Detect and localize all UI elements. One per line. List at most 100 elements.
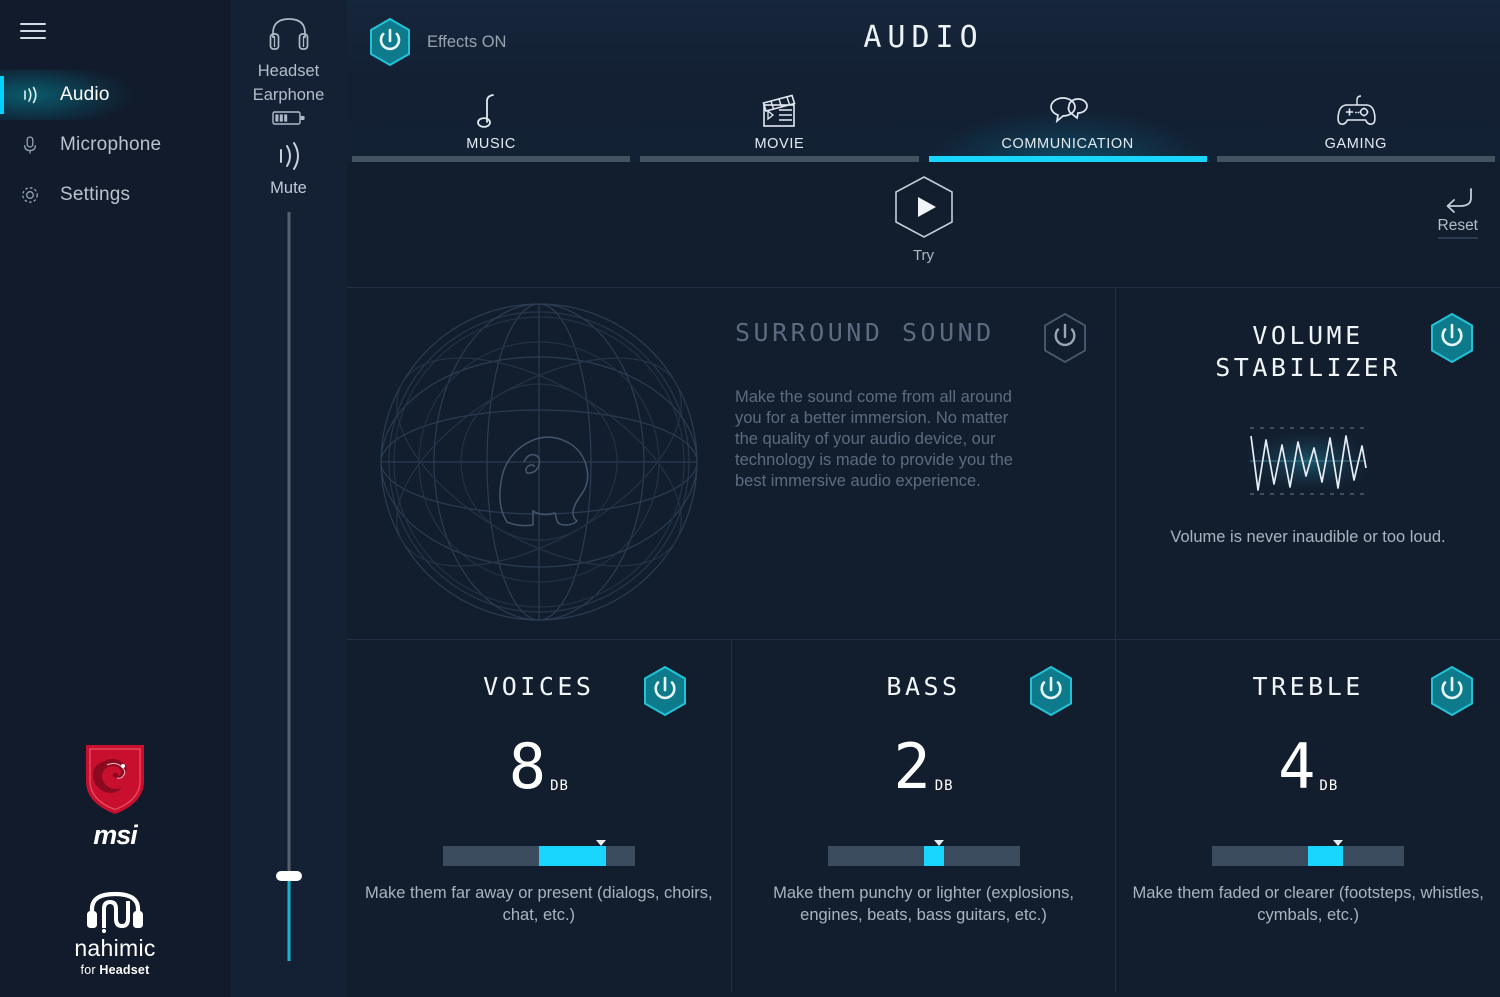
voices-slider[interactable] (442, 840, 635, 866)
speech-bubbles-icon (1046, 90, 1090, 130)
effects-grid-top: SURROUND SOUND Make the sound come from … (347, 288, 1500, 640)
device-name-line1: Headset (257, 62, 320, 80)
sidebar-item-label: Microphone (60, 134, 162, 155)
band-number: 4 (1278, 730, 1317, 803)
device-name-line2: Earphone (252, 86, 325, 104)
top-bar: Effects ON AUDIO (347, 0, 1500, 78)
slider-fill (923, 846, 944, 866)
volume-slider-fill (287, 878, 290, 961)
band-description: Make them faded or clearer (footsteps, w… (1132, 884, 1484, 924)
headset-icon (269, 18, 308, 50)
sidebar-logos: msi nahimic for Headset (0, 741, 230, 977)
slider-marker[interactable] (1333, 840, 1344, 846)
band-value: 2 DB (732, 730, 1116, 803)
undo-arrow-icon (1446, 188, 1472, 213)
battery-icon (230, 109, 347, 127)
sidebar-item-settings[interactable]: Settings (0, 170, 230, 220)
nahimic-logo: nahimic for Headset (0, 887, 230, 977)
band-unit: DB (550, 778, 569, 794)
tab-label: MOVIE (754, 136, 805, 152)
slider-fill (538, 846, 606, 866)
voices-power-toggle[interactable] (641, 665, 689, 722)
band-value: 8 DB (347, 730, 731, 803)
reset-button[interactable]: Reset (1437, 186, 1478, 239)
audio-waves-icon (18, 82, 42, 108)
band-value: 4 DB (1116, 730, 1500, 803)
hamburger-icon[interactable] (20, 20, 46, 42)
mode-tabs: MUSIC MOVIE COMMUNICATION GAMING (347, 78, 1500, 162)
device-info[interactable]: Headset Earphone (230, 12, 347, 127)
effects-grid-bottom: VOICES 8 DB Make them far away or presen… (347, 640, 1500, 992)
power-icon (643, 665, 686, 717)
surround-title: SURROUND SOUND (735, 318, 995, 347)
band-description: Make them far away or present (dialogs, … (365, 884, 713, 924)
try-label: Try (912, 247, 935, 264)
waveform-icon (1248, 418, 1368, 509)
sidebar-item-microphone[interactable]: Microphone (0, 120, 230, 170)
bass-slider[interactable] (827, 840, 1020, 866)
panel-surround-sound: SURROUND SOUND Make the sound come from … (347, 288, 1116, 639)
volume-slider-handle[interactable] (275, 871, 302, 881)
volume-stabilizer-power-toggle[interactable] (1428, 312, 1476, 369)
nahimic-subtitle: for Headset (80, 963, 150, 977)
power-icon (1431, 312, 1473, 364)
nahimic-wordmark: nahimic (74, 935, 156, 961)
band-unit: DB (934, 778, 954, 794)
band-unit: DB (1319, 778, 1339, 794)
try-button[interactable]: Try (889, 174, 959, 264)
clapperboard-icon (759, 90, 799, 130)
treble-slider[interactable] (1212, 840, 1405, 866)
device-volume-column: Headset Earphone Mute (230, 0, 347, 997)
band-description: Make them punchy or lighter (explosions,… (773, 884, 1074, 924)
actions-row: Try Reset (347, 162, 1500, 288)
mute-button[interactable]: Mute (269, 139, 309, 198)
surround-sphere-head-icon (369, 292, 709, 632)
slider-marker[interactable] (933, 840, 944, 846)
volume-stabilizer-description: Volume is never inaudible or too loud. (1170, 528, 1446, 546)
power-icon (1030, 665, 1073, 717)
main-content: Effects ON AUDIO MUSIC MOVIE COMMUNICATI… (347, 0, 1500, 997)
sidebar-item-label: Audio (60, 84, 110, 105)
play-icon (894, 176, 953, 238)
tab-movie[interactable]: MOVIE (635, 78, 923, 162)
tab-label: COMMUNICATION (1001, 136, 1134, 152)
sidebar-item-label: Settings (60, 184, 131, 205)
band-number: 8 (508, 730, 548, 803)
msi-wordmark: msi (93, 820, 138, 850)
sidebar-item-audio[interactable]: Audio (0, 70, 230, 120)
tab-communication[interactable]: COMMUNICATION (923, 78, 1212, 162)
page-title: AUDIO (863, 20, 984, 55)
band-treble: TREBLE 4 DB Make them faded or clearer (… (1115, 640, 1500, 992)
surround-description: Make the sound come from all around you … (735, 388, 1013, 490)
band-voices: VOICES 8 DB Make them far away or presen… (347, 640, 731, 992)
tab-gaming[interactable]: GAMING (1212, 78, 1500, 162)
slider-fill (1308, 846, 1344, 866)
gear-icon (18, 182, 42, 208)
nahimic-app-window: Audio Microphone Settings msi nahimic fo… (0, 0, 1500, 997)
power-icon (1431, 665, 1474, 717)
band-number: 2 (893, 730, 932, 803)
tab-music[interactable]: MUSIC (347, 78, 635, 162)
slider-marker[interactable] (595, 840, 606, 846)
sidebar: Audio Microphone Settings msi nahimic fo… (0, 0, 230, 997)
volume-slider[interactable] (275, 212, 302, 961)
tab-label: GAMING (1324, 136, 1388, 152)
mute-waves-icon (279, 142, 299, 170)
nahimic-headphone-icon (87, 891, 143, 933)
reset-label: Reset (1437, 217, 1478, 239)
bass-power-toggle[interactable] (1027, 665, 1075, 722)
gamepad-icon (1333, 90, 1379, 130)
volume-slider-track[interactable] (287, 212, 290, 961)
panel-volume-stabilizer: VOLUME STABILIZER Volume is never inaudi… (1116, 288, 1500, 639)
mute-label: Mute (270, 179, 307, 197)
surround-text: SURROUND SOUND Make the sound come from … (735, 318, 1015, 492)
band-bass: BASS 2 DB Make them punchy or lighter (e… (730, 640, 1116, 992)
power-icon (1044, 312, 1086, 364)
treble-power-toggle[interactable] (1428, 665, 1476, 722)
surround-power-toggle[interactable] (1041, 312, 1089, 369)
tab-label: MUSIC (466, 136, 516, 152)
sidebar-nav: Audio Microphone Settings (0, 70, 230, 220)
music-note-icon (477, 90, 505, 130)
msi-shield-icon (86, 745, 144, 814)
microphone-icon (18, 132, 42, 158)
